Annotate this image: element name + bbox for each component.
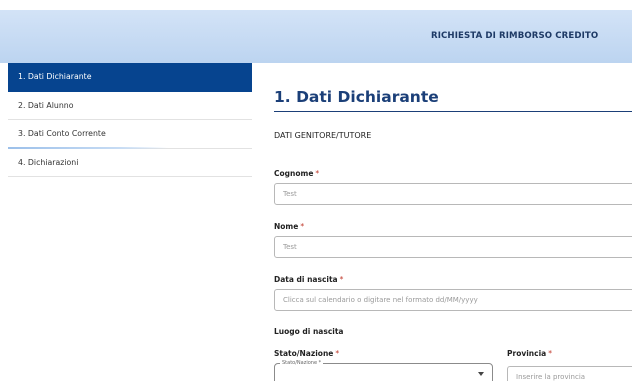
stato-float-label: Stato/Nazione *: [280, 360, 324, 367]
page: RICHIESTA DI RIMBORSO CREDITO 1. Dati Di…: [0, 0, 632, 381]
sidebar-item-dati-conto-corrente[interactable]: 3. Dati Conto Corrente: [8, 120, 252, 149]
provincia-label-text: Provincia: [507, 349, 547, 358]
page-header-title: RICHIESTA DI RIMBORSO CREDITO: [431, 31, 599, 41]
cognome-label-text: Cognome: [274, 169, 314, 178]
sidebar-item-dati-alunno[interactable]: 2. Dati Alunno: [8, 91, 252, 120]
required-marker: *: [548, 349, 552, 358]
required-marker: *: [339, 275, 344, 284]
cognome-input[interactable]: Test: [274, 183, 632, 205]
stato-select[interactable]: Stato/Nazione *: [274, 360, 493, 381]
required-marker: *: [315, 169, 320, 178]
section-title-divider: [274, 111, 632, 112]
sidebar-item-dati-dichiarante[interactable]: 1. Dati Dichiarante: [8, 63, 252, 92]
nome-label: Nome *: [274, 222, 304, 231]
data-nascita-input[interactable]: Clicca sul calendario o digitare nel for…: [274, 289, 632, 311]
header-bar: RICHIESTA DI RIMBORSO CREDITO: [0, 10, 632, 63]
group-title: DATI GENITORE/TUTORE: [274, 131, 372, 140]
provincia-label: Provincia *: [507, 349, 552, 358]
section-title: 1. Dati Dichiarante: [274, 88, 439, 106]
nome-input[interactable]: Test: [274, 236, 632, 258]
required-marker: *: [335, 349, 340, 358]
data-nascita-label: Data di nascita *: [274, 275, 343, 284]
sidebar-item-dichiarazioni[interactable]: 4. Dichiarazioni: [8, 148, 252, 177]
cognome-label: Cognome *: [274, 169, 319, 178]
required-marker: *: [300, 222, 305, 231]
stato-label-text: Stato/Nazione: [274, 349, 334, 358]
luogo-nascita-heading: Luogo di nascita: [274, 327, 344, 336]
data-nascita-label-text: Data di nascita: [274, 275, 338, 284]
chevron-down-icon: [478, 372, 484, 376]
nome-label-text: Nome: [274, 222, 299, 231]
step-sidebar: 1. Dati Dichiarante 2. Dati Alunno 3. Da…: [8, 63, 252, 177]
provincia-input[interactable]: Inserire la provincia: [507, 366, 632, 381]
stato-label: Stato/Nazione *: [274, 349, 339, 358]
form-panel: 1. Dati Dichiarante DATI GENITORE/TUTORE…: [268, 63, 632, 381]
